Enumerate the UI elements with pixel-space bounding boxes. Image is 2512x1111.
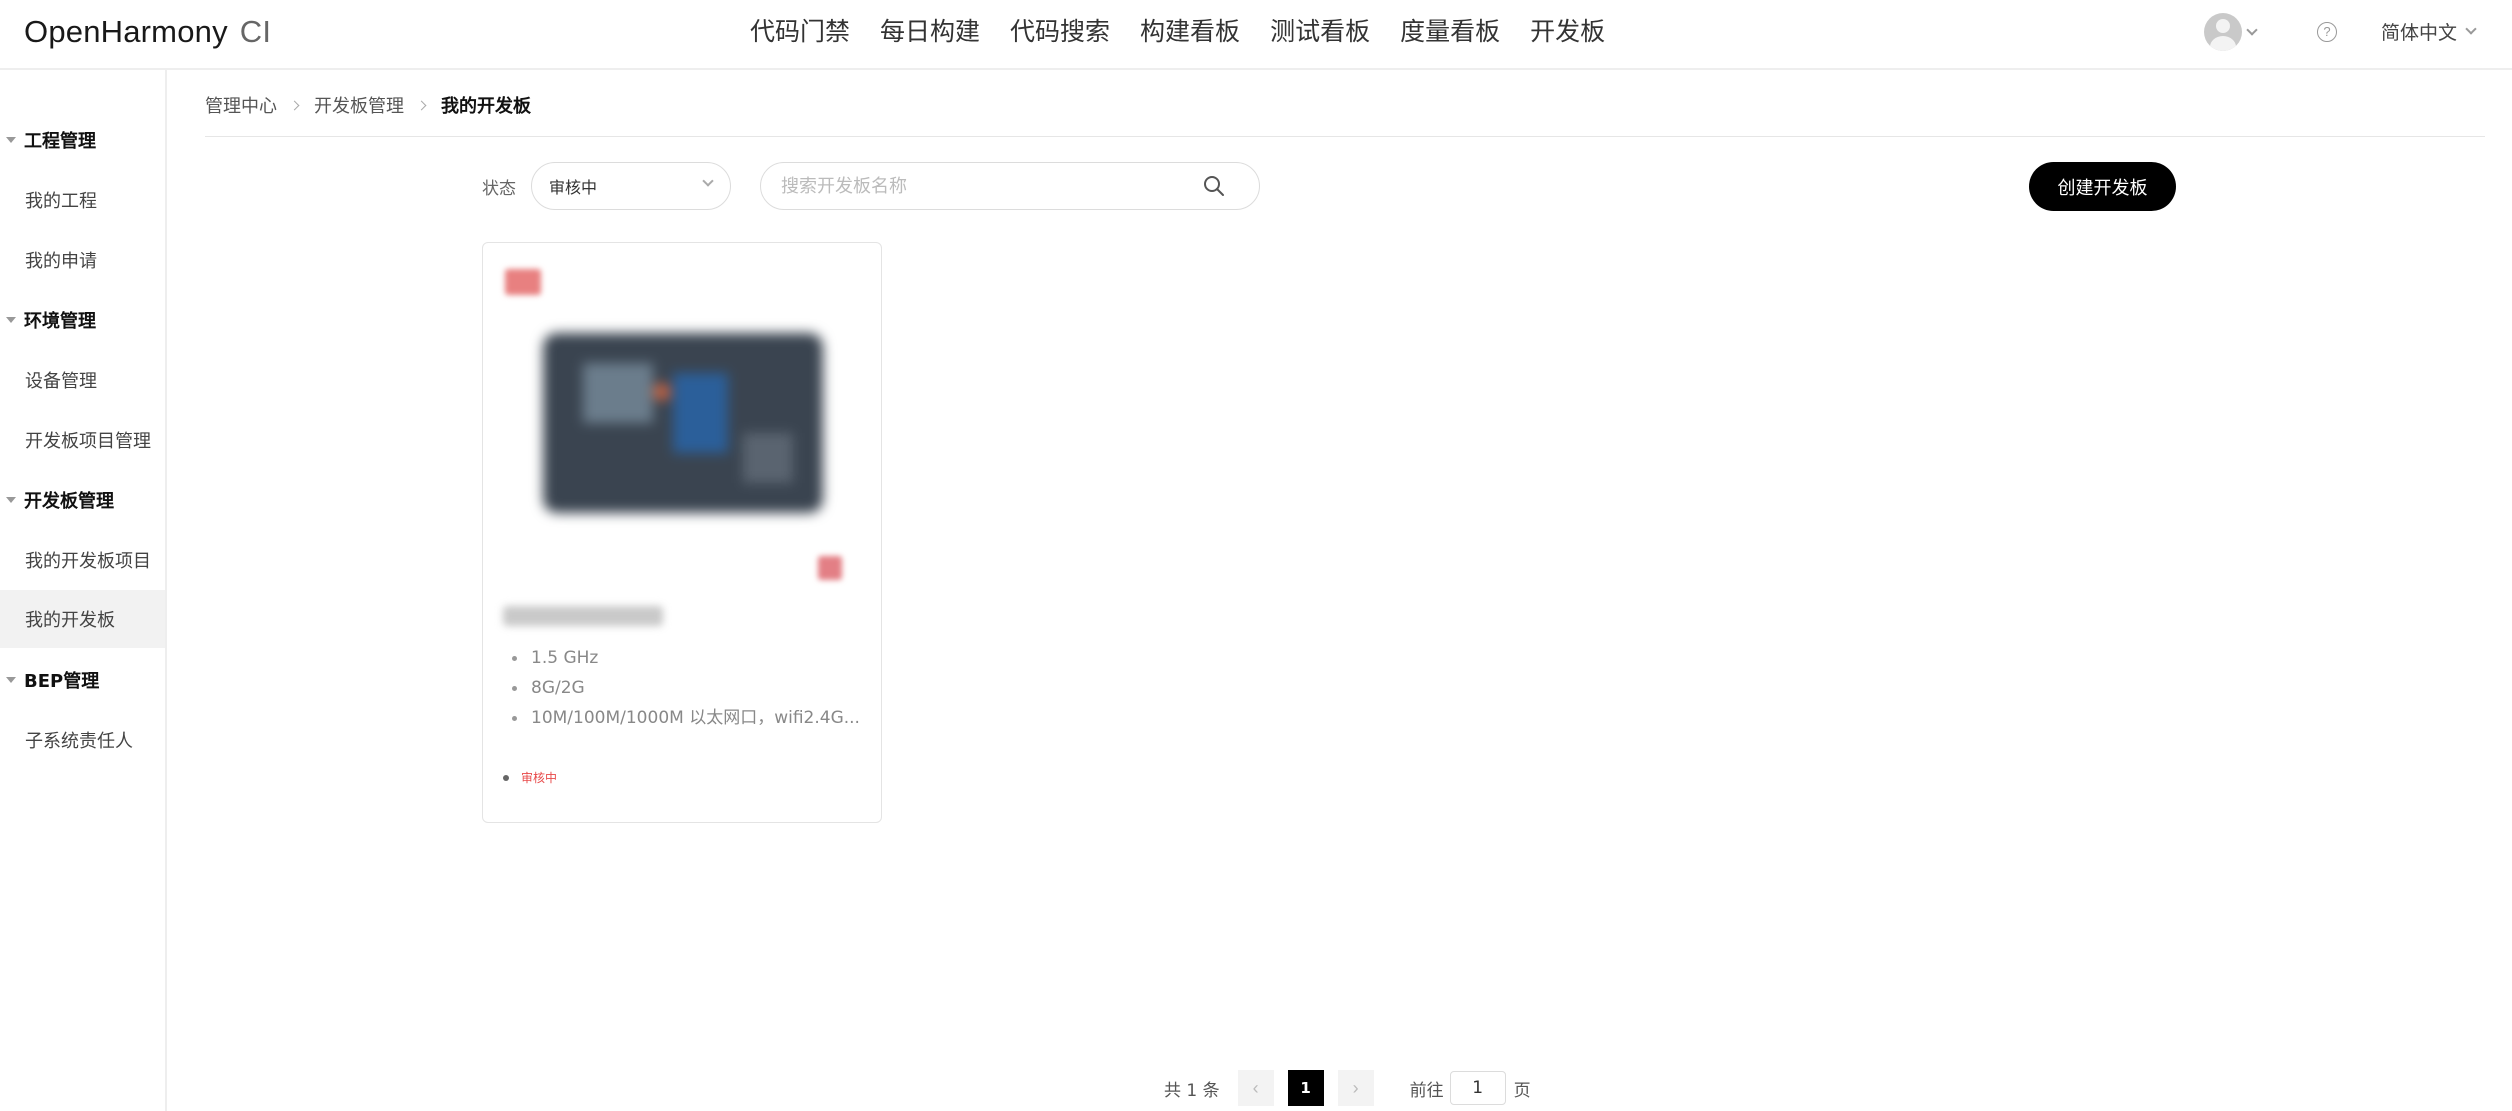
spec-cpu: 1.5 GHz — [503, 643, 863, 673]
sidebar-group-bep[interactable]: BEP管理 — [0, 652, 165, 708]
board-spec-list: 1.5 GHz 8G/2G 10M/100M/1000M 以太网口，wifi2.… — [503, 643, 863, 733]
sidebar-item-device-management[interactable]: 设备管理 — [0, 351, 165, 409]
board-name-redacted — [503, 606, 663, 626]
board-image — [543, 333, 823, 513]
create-board-button[interactable]: 创建开发板 — [2029, 162, 2176, 211]
sidebar-item-my-board-projects[interactable]: 我的开发板项目 — [0, 531, 165, 589]
search-input[interactable] — [781, 172, 1181, 200]
nav-build-dashboard[interactable]: 构建看板 — [1125, 12, 1255, 52]
status-select[interactable]: 审核中 — [531, 162, 731, 210]
caret-down-icon — [6, 497, 16, 503]
sidebar-item-my-applications[interactable]: 我的申请 — [0, 231, 165, 289]
breadcrumb-item[interactable]: 管理中心 — [205, 92, 277, 118]
sidebar: 工程管理 我的工程 我的申请 环境管理 设备管理 开发板项目管理 开发板管理 我… — [0, 70, 167, 1111]
pagination: 共 1 条 ‹ 1 › 前往 页 — [1164, 1070, 1531, 1106]
next-page-button[interactable]: › — [1337, 1070, 1374, 1106]
caret-down-icon — [6, 137, 16, 143]
sidebar-item-my-projects[interactable]: 我的工程 — [0, 171, 165, 229]
status-text: 审核中 — [521, 771, 558, 785]
chevron-right-icon — [289, 100, 300, 110]
sidebar-group-label: 开发板管理 — [24, 491, 114, 512]
chevron-down-icon — [2465, 23, 2477, 35]
sidebar-item-subsystem-owner[interactable]: 子系统责任人 — [0, 711, 165, 769]
top-header: OpenHarmony CI 代码门禁 每日构建 代码搜索 构建看板 测试看板 度… — [0, 0, 2512, 70]
caret-down-icon — [6, 317, 16, 323]
sidebar-group-project[interactable]: 工程管理 — [0, 112, 165, 168]
pagination-total: 共 1 条 — [1164, 1080, 1220, 1101]
nav-code-search[interactable]: 代码搜索 — [995, 12, 1125, 52]
board-card[interactable]: 1.5 GHz 8G/2G 10M/100M/1000M 以太网口，wifi2.… — [482, 242, 882, 823]
search-icon[interactable] — [1203, 175, 1225, 197]
avatar — [2204, 13, 2242, 51]
prev-page-button[interactable]: ‹ — [1237, 1070, 1274, 1106]
logo-suffix: CI — [239, 14, 272, 49]
goto-label: 前往 — [1409, 1080, 1444, 1101]
sidebar-item-my-boards[interactable]: 我的开发板 — [0, 590, 165, 648]
sidebar-group-label: 环境管理 — [24, 311, 96, 332]
sidebar-group-label: 工程管理 — [24, 131, 96, 152]
status-badge: 审核中 — [503, 769, 557, 786]
language-label: 简体中文 — [2381, 22, 2458, 44]
goto-page-input[interactable] — [1449, 1071, 1506, 1105]
breadcrumb-item[interactable]: 开发板管理 — [314, 92, 404, 118]
sidebar-group-board[interactable]: 开发板管理 — [0, 472, 165, 528]
page-number-current[interactable]: 1 — [1287, 1070, 1324, 1106]
search-box — [760, 162, 1260, 210]
sidebar-group-label: BEP管理 — [24, 671, 100, 692]
user-menu[interactable] — [2204, 12, 2258, 52]
nav-metrics-dashboard[interactable]: 度量看板 — [1385, 12, 1515, 52]
caret-down-icon — [6, 677, 16, 683]
help-icon[interactable]: ? — [2317, 22, 2337, 42]
board-badge-icon — [818, 556, 842, 580]
status-select-value: 审核中 — [549, 178, 598, 197]
sidebar-group-environment[interactable]: 环境管理 — [0, 292, 165, 348]
language-switcher[interactable]: 简体中文 — [2381, 18, 2477, 45]
sidebar-item-board-project-management[interactable]: 开发板项目管理 — [0, 411, 165, 469]
nav-code-gate[interactable]: 代码门禁 — [735, 12, 865, 52]
chevron-right-icon — [416, 100, 427, 110]
nav-daily-build[interactable]: 每日构建 — [865, 12, 995, 52]
spec-memory: 8G/2G — [503, 673, 863, 703]
status-filter-label: 状态 — [482, 179, 516, 199]
logo-text: OpenHarmony — [24, 14, 228, 49]
status-dot — [503, 774, 509, 781]
app-logo[interactable]: OpenHarmony CI — [24, 14, 271, 50]
chevron-down-icon — [2246, 23, 2258, 36]
breadcrumb-current: 我的开发板 — [441, 96, 531, 117]
nav-dev-board[interactable]: 开发板 — [1515, 12, 1620, 52]
spec-network: 10M/100M/1000M 以太网口，wifi2.4G... — [503, 703, 863, 733]
page-suffix: 页 — [1513, 1080, 1531, 1101]
chevron-down-icon — [702, 175, 714, 187]
nav-test-dashboard[interactable]: 测试看板 — [1255, 12, 1385, 52]
divider — [205, 136, 2485, 137]
vendor-logo — [505, 269, 541, 295]
breadcrumb: 管理中心 开发板管理 我的开发板 — [205, 91, 531, 119]
top-nav: 代码门禁 每日构建 代码搜索 构建看板 测试看板 度量看板 开发板 — [735, 12, 1620, 52]
